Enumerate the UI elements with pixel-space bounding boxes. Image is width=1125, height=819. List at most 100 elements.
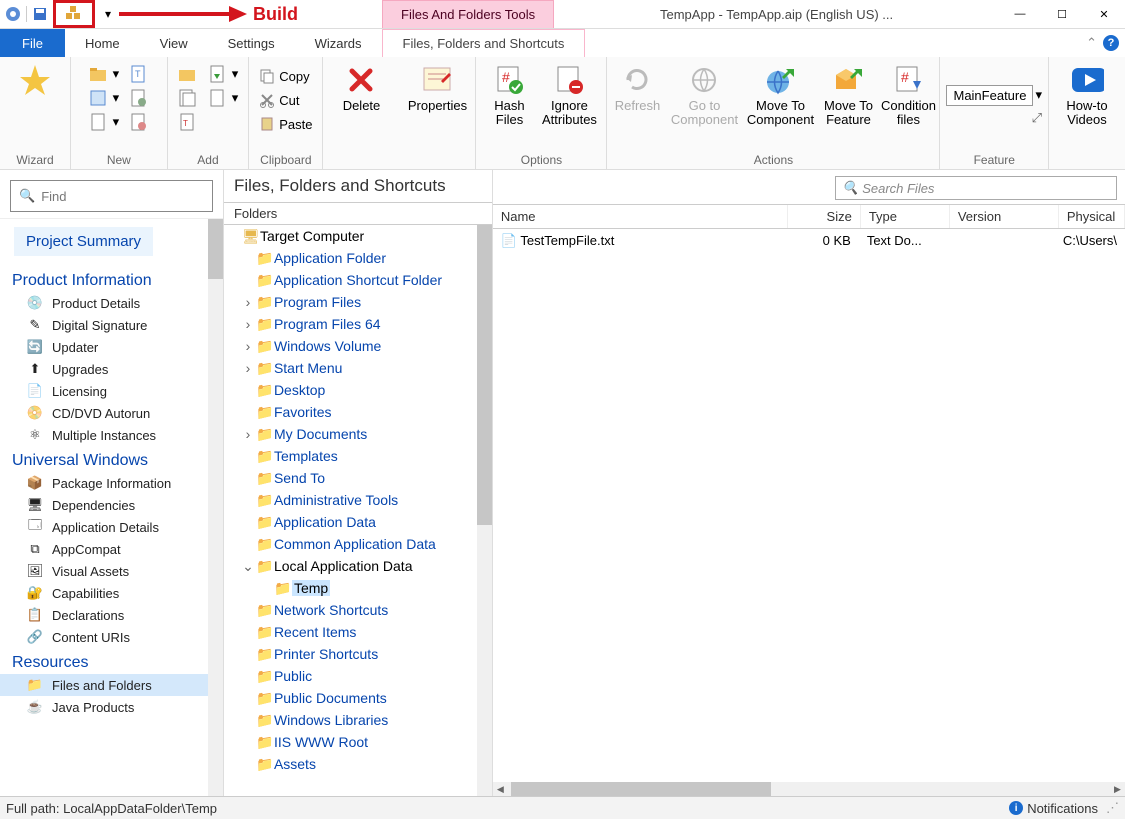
tree-item[interactable]: 📁Network Shortcuts (224, 599, 492, 621)
properties-button[interactable]: Properties (405, 59, 469, 113)
tree-item[interactable]: 📁Windows Libraries (224, 709, 492, 731)
import-icon[interactable]: ▾ (204, 63, 243, 85)
sidebar-item-files-folders[interactable]: 📁Files and Folders (0, 674, 223, 696)
sidebar-item-application-details[interactable]: 🗔Application Details (0, 516, 223, 538)
howto-videos-button[interactable]: How-to Videos (1055, 59, 1119, 128)
sidebar-item-package-information[interactable]: 📦Package Information (0, 472, 223, 494)
close-button[interactable]: ✕ (1083, 0, 1125, 28)
add-temp-icon[interactable]: T (174, 111, 202, 133)
minimize-button[interactable]: — (999, 0, 1041, 28)
tab-wizards[interactable]: Wizards (295, 29, 382, 57)
sidebar-item-content-uris[interactable]: 🔗Content URIs (0, 626, 223, 648)
sidebar-item-declarations[interactable]: 📋Declarations (0, 604, 223, 626)
copy-button[interactable]: Copy (255, 65, 316, 87)
tree-item[interactable]: ›📁My Documents (224, 423, 492, 445)
ignore-attributes-button[interactable]: Ignore Attributes (538, 59, 600, 128)
tree-item[interactable]: 📁Favorites (224, 401, 492, 423)
tab-view[interactable]: View (140, 29, 208, 57)
tree-item[interactable]: ›📁Start Menu (224, 357, 492, 379)
wizard-button[interactable] (3, 59, 67, 97)
context-tab[interactable]: Files And Folders Tools (382, 0, 554, 28)
tree-scrollbar[interactable] (477, 225, 492, 797)
tree-item[interactable]: 📁Application Folder (224, 247, 492, 269)
add-files-icon[interactable] (174, 87, 202, 109)
scroll-left-icon[interactable]: ◀ (493, 782, 508, 797)
import2-icon[interactable]: ▾ (204, 87, 243, 109)
new-text-icon[interactable]: T (125, 63, 153, 85)
file-row[interactable]: 📄 TestTempFile.txt 0 KB Text Do... C:\Us… (493, 229, 1125, 253)
tree-root[interactable]: 🖥Target Computer (224, 225, 492, 247)
sidebar-item-visual-assets[interactable]: 🖼Visual Assets (0, 560, 223, 582)
sidebar-item-updater[interactable]: 🔄Updater (0, 336, 223, 358)
help-icon[interactable]: ? (1103, 35, 1119, 51)
cat-universal-windows[interactable]: Universal Windows (0, 446, 223, 472)
find-input[interactable]: 🔍Find (10, 180, 213, 212)
feature-expand-icon[interactable]: ⤢ (1032, 110, 1042, 126)
new-file-icon[interactable]: ▾ (85, 111, 124, 133)
project-summary-link[interactable]: Project Summary (14, 227, 153, 256)
tree-item[interactable]: ›📁Windows Volume (224, 335, 492, 357)
tree-item[interactable]: 📁Send To (224, 467, 492, 489)
collapse-ribbon-icon[interactable]: ⌃ (1086, 35, 1097, 51)
sidebar-item-cddvd[interactable]: 📀CD/DVD Autorun (0, 402, 223, 424)
resize-grip-icon[interactable]: ⋰ (1106, 800, 1119, 816)
sidebar-item-digital-signature[interactable]: ✎Digital Signature (0, 314, 223, 336)
col-type[interactable]: Type (861, 205, 950, 228)
new-ini-icon[interactable] (125, 87, 153, 109)
horizontal-scrollbar[interactable]: ◀ ▶ (493, 782, 1125, 797)
tree-item[interactable]: 📁IIS WWW Root (224, 731, 492, 753)
expand-icon[interactable]: › (240, 360, 256, 376)
sidebar-item-capabilities[interactable]: 🔐Capabilities (0, 582, 223, 604)
new-folder-icon[interactable]: ▾ (85, 63, 124, 85)
sidebar-item-upgrades[interactable]: ⬆Upgrades (0, 358, 223, 380)
feature-selector[interactable]: MainFeature (946, 85, 1033, 106)
sidebar-item-java-products[interactable]: ☕Java Products (0, 696, 223, 718)
expand-icon[interactable]: › (240, 294, 256, 310)
expand-icon[interactable]: › (240, 426, 256, 442)
col-size[interactable]: Size (788, 205, 861, 228)
col-version[interactable]: Version (950, 205, 1059, 228)
tree-item[interactable]: 📁Administrative Tools (224, 489, 492, 511)
tree-item[interactable]: 📁Application Shortcut Folder (224, 269, 492, 291)
sidebar-scrollbar[interactable] (208, 219, 223, 797)
cut-button[interactable]: Cut (255, 89, 316, 111)
tree-item[interactable]: 📁Templates (224, 445, 492, 467)
goto-component-button[interactable]: Go to Component (667, 59, 741, 128)
dropdown-icon[interactable]: ▾ (99, 5, 117, 23)
col-physical[interactable]: Physical (1059, 205, 1125, 228)
tree-item[interactable]: 📁Application Data (224, 511, 492, 533)
feature-dropdown-icon[interactable]: ▾ (1035, 87, 1042, 103)
add-folder-icon[interactable] (174, 63, 202, 85)
tab-files-folders[interactable]: Files, Folders and Shortcuts (382, 29, 586, 57)
scroll-right-icon[interactable]: ▶ (1110, 782, 1125, 797)
delete-button[interactable]: Delete (329, 59, 393, 113)
expand-icon[interactable]: › (240, 316, 256, 332)
hash-files-button[interactable]: #Hash Files (482, 59, 536, 128)
tree-item[interactable]: 📁Public (224, 665, 492, 687)
tab-file[interactable]: File (0, 29, 65, 57)
refresh-button[interactable]: Refresh (609, 59, 665, 113)
tree-item[interactable]: ›📁Program Files 64 (224, 313, 492, 335)
tree-item-temp[interactable]: 📁Temp (224, 577, 492, 599)
new-xml-icon[interactable] (125, 111, 153, 133)
sidebar-item-product-details[interactable]: 💿Product Details (0, 292, 223, 314)
sidebar-item-dependencies[interactable]: 🖥Dependencies (0, 494, 223, 516)
tree-item[interactable]: 📁Public Documents (224, 687, 492, 709)
build-button[interactable] (53, 0, 95, 28)
paste-button[interactable]: Paste (255, 113, 316, 135)
tree-item[interactable]: 📁Assets (224, 753, 492, 775)
tree-item[interactable]: 📁Recent Items (224, 621, 492, 643)
tree-item[interactable]: 📁Common Application Data (224, 533, 492, 555)
tab-home[interactable]: Home (65, 29, 140, 57)
move-to-feature-button[interactable]: Move To Feature (819, 59, 877, 128)
tree-item[interactable]: 📁Desktop (224, 379, 492, 401)
search-files-input[interactable]: 🔍Search Files (835, 176, 1117, 200)
sidebar-item-appcompat[interactable]: ⧉AppCompat (0, 538, 223, 560)
tab-settings[interactable]: Settings (208, 29, 295, 57)
maximize-button[interactable]: ☐ (1041, 0, 1083, 28)
sidebar-item-multiple-instances[interactable]: ⚛Multiple Instances (0, 424, 223, 446)
save-icon[interactable] (31, 5, 49, 23)
condition-files-button[interactable]: #Condition files (879, 59, 937, 128)
cat-resources[interactable]: Resources (0, 648, 223, 674)
sidebar-item-licensing[interactable]: 📄Licensing (0, 380, 223, 402)
